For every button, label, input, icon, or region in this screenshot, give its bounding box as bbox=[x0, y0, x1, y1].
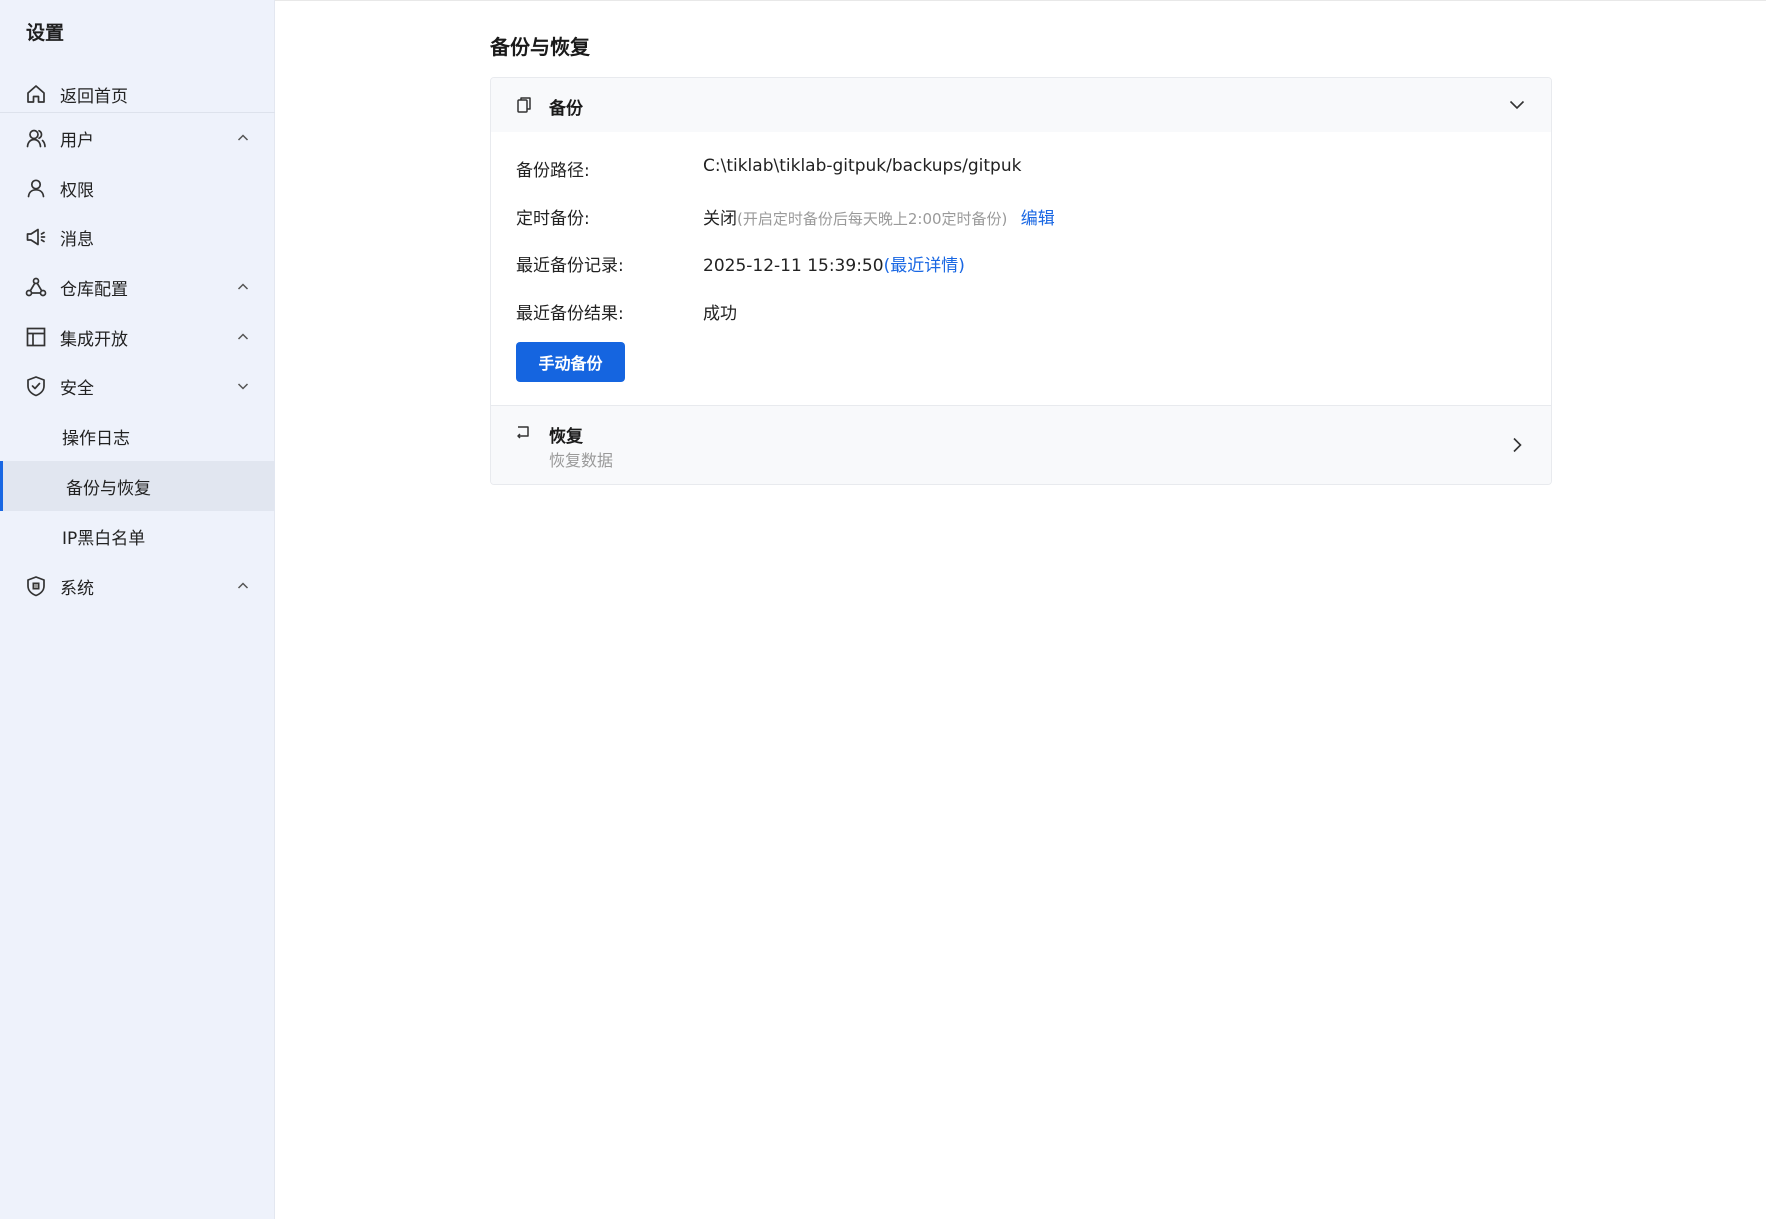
chevron-down-icon bbox=[236, 379, 250, 393]
chevron-up-icon bbox=[236, 131, 250, 145]
sidebar: 设置 返回首页 用户 权限 消息 仓库配置 集成开放 安全 操作日志 备份与恢复… bbox=[0, 0, 275, 1219]
backup-section-header[interactable]: 备份 bbox=[491, 78, 1551, 132]
certificate-icon bbox=[25, 575, 47, 597]
chevron-down-icon bbox=[1507, 95, 1527, 115]
main-content: 备份与恢复 备份 备份路径: C:\tiklab\tiklab-gitpuk/b… bbox=[275, 0, 1766, 1219]
page-title: 备份与恢复 bbox=[490, 35, 590, 59]
network-icon bbox=[25, 276, 47, 298]
sidebar-item-messages[interactable]: 消息 bbox=[0, 212, 275, 262]
manual-backup-button[interactable]: 手动备份 bbox=[516, 342, 625, 382]
sidebar-item-operation-log[interactable]: 操作日志 bbox=[0, 411, 275, 461]
sidebar-item-backup-restore[interactable]: 备份与恢复 bbox=[0, 461, 275, 511]
home-icon bbox=[25, 83, 47, 105]
sidebar-item-label: 返回首页 bbox=[60, 86, 128, 107]
shield-check-icon bbox=[25, 375, 47, 397]
sidebar-item-label: 用户 bbox=[60, 130, 94, 151]
copy-icon bbox=[515, 95, 533, 115]
user-group-icon bbox=[25, 127, 47, 149]
restore-section-title: 恢复 bbox=[549, 427, 583, 447]
schedule-backup-label: 定时备份: bbox=[516, 209, 590, 229]
backup-restore-card: 备份 备份路径: C:\tiklab\tiklab-gitpuk/backups… bbox=[490, 77, 1552, 485]
chevron-right-icon bbox=[1507, 435, 1527, 455]
recent-detail-link[interactable]: (最近详情) bbox=[884, 256, 965, 276]
app-window: 设置 返回首页 用户 权限 消息 仓库配置 集成开放 安全 操作日志 备份与恢复… bbox=[0, 0, 1766, 1219]
schedule-hint: (开启定时备份后每天晚上2:00定时备份) bbox=[737, 210, 1008, 228]
backup-section-title: 备份 bbox=[549, 99, 583, 119]
return-icon bbox=[515, 424, 531, 440]
chevron-up-icon bbox=[236, 280, 250, 294]
sidebar-item-label: 集成开放 bbox=[60, 329, 128, 350]
sidebar-item-label: 消息 bbox=[60, 229, 94, 250]
sidebar-item-label: IP黑白名单 bbox=[62, 528, 146, 549]
recent-record-time: 2025-12-11 15:39:50 bbox=[703, 256, 884, 276]
recent-record-label: 最近备份记录: bbox=[516, 256, 624, 276]
sidebar-item-label: 权限 bbox=[60, 180, 94, 201]
sidebar-item-label: 操作日志 bbox=[62, 428, 130, 449]
sidebar-item-label: 安全 bbox=[60, 378, 94, 399]
recent-result-value[interactable]: 成功 bbox=[703, 299, 737, 324]
sidebar-item-label: 仓库配置 bbox=[60, 279, 128, 300]
sidebar-title: 设置 bbox=[26, 22, 65, 44]
sidebar-item-label: 备份与恢复 bbox=[66, 478, 151, 499]
schedule-status: 关闭 bbox=[703, 209, 737, 229]
backup-path-value: C:\tiklab\tiklab-gitpuk/backups/gitpuk bbox=[703, 156, 1022, 176]
backup-path-label: 备份路径: bbox=[516, 161, 590, 181]
sidebar-item-ip-list[interactable]: IP黑白名单 bbox=[0, 511, 275, 561]
layout-icon bbox=[25, 326, 47, 348]
sidebar-item-security[interactable]: 安全 bbox=[0, 361, 275, 411]
sidebar-item-repo-config[interactable]: 仓库配置 bbox=[0, 262, 275, 312]
sidebar-item-users[interactable]: 用户 bbox=[0, 113, 275, 163]
recent-result-label: 最近备份结果: bbox=[516, 304, 624, 324]
sidebar-item-label: 系统 bbox=[60, 578, 94, 599]
chevron-up-icon bbox=[236, 330, 250, 344]
sidebar-item-system[interactable]: 系统 bbox=[0, 561, 275, 611]
schedule-edit-link[interactable]: 编辑 bbox=[1021, 209, 1055, 229]
restore-section[interactable]: 恢复 恢复数据 bbox=[491, 406, 1551, 484]
megaphone-icon bbox=[25, 226, 47, 248]
restore-section-desc: 恢复数据 bbox=[549, 451, 614, 470]
chevron-up-icon bbox=[236, 579, 250, 593]
sidebar-item-integration[interactable]: 集成开放 bbox=[0, 312, 275, 362]
sidebar-item-permissions[interactable]: 权限 bbox=[0, 163, 275, 213]
user-icon bbox=[25, 177, 47, 199]
